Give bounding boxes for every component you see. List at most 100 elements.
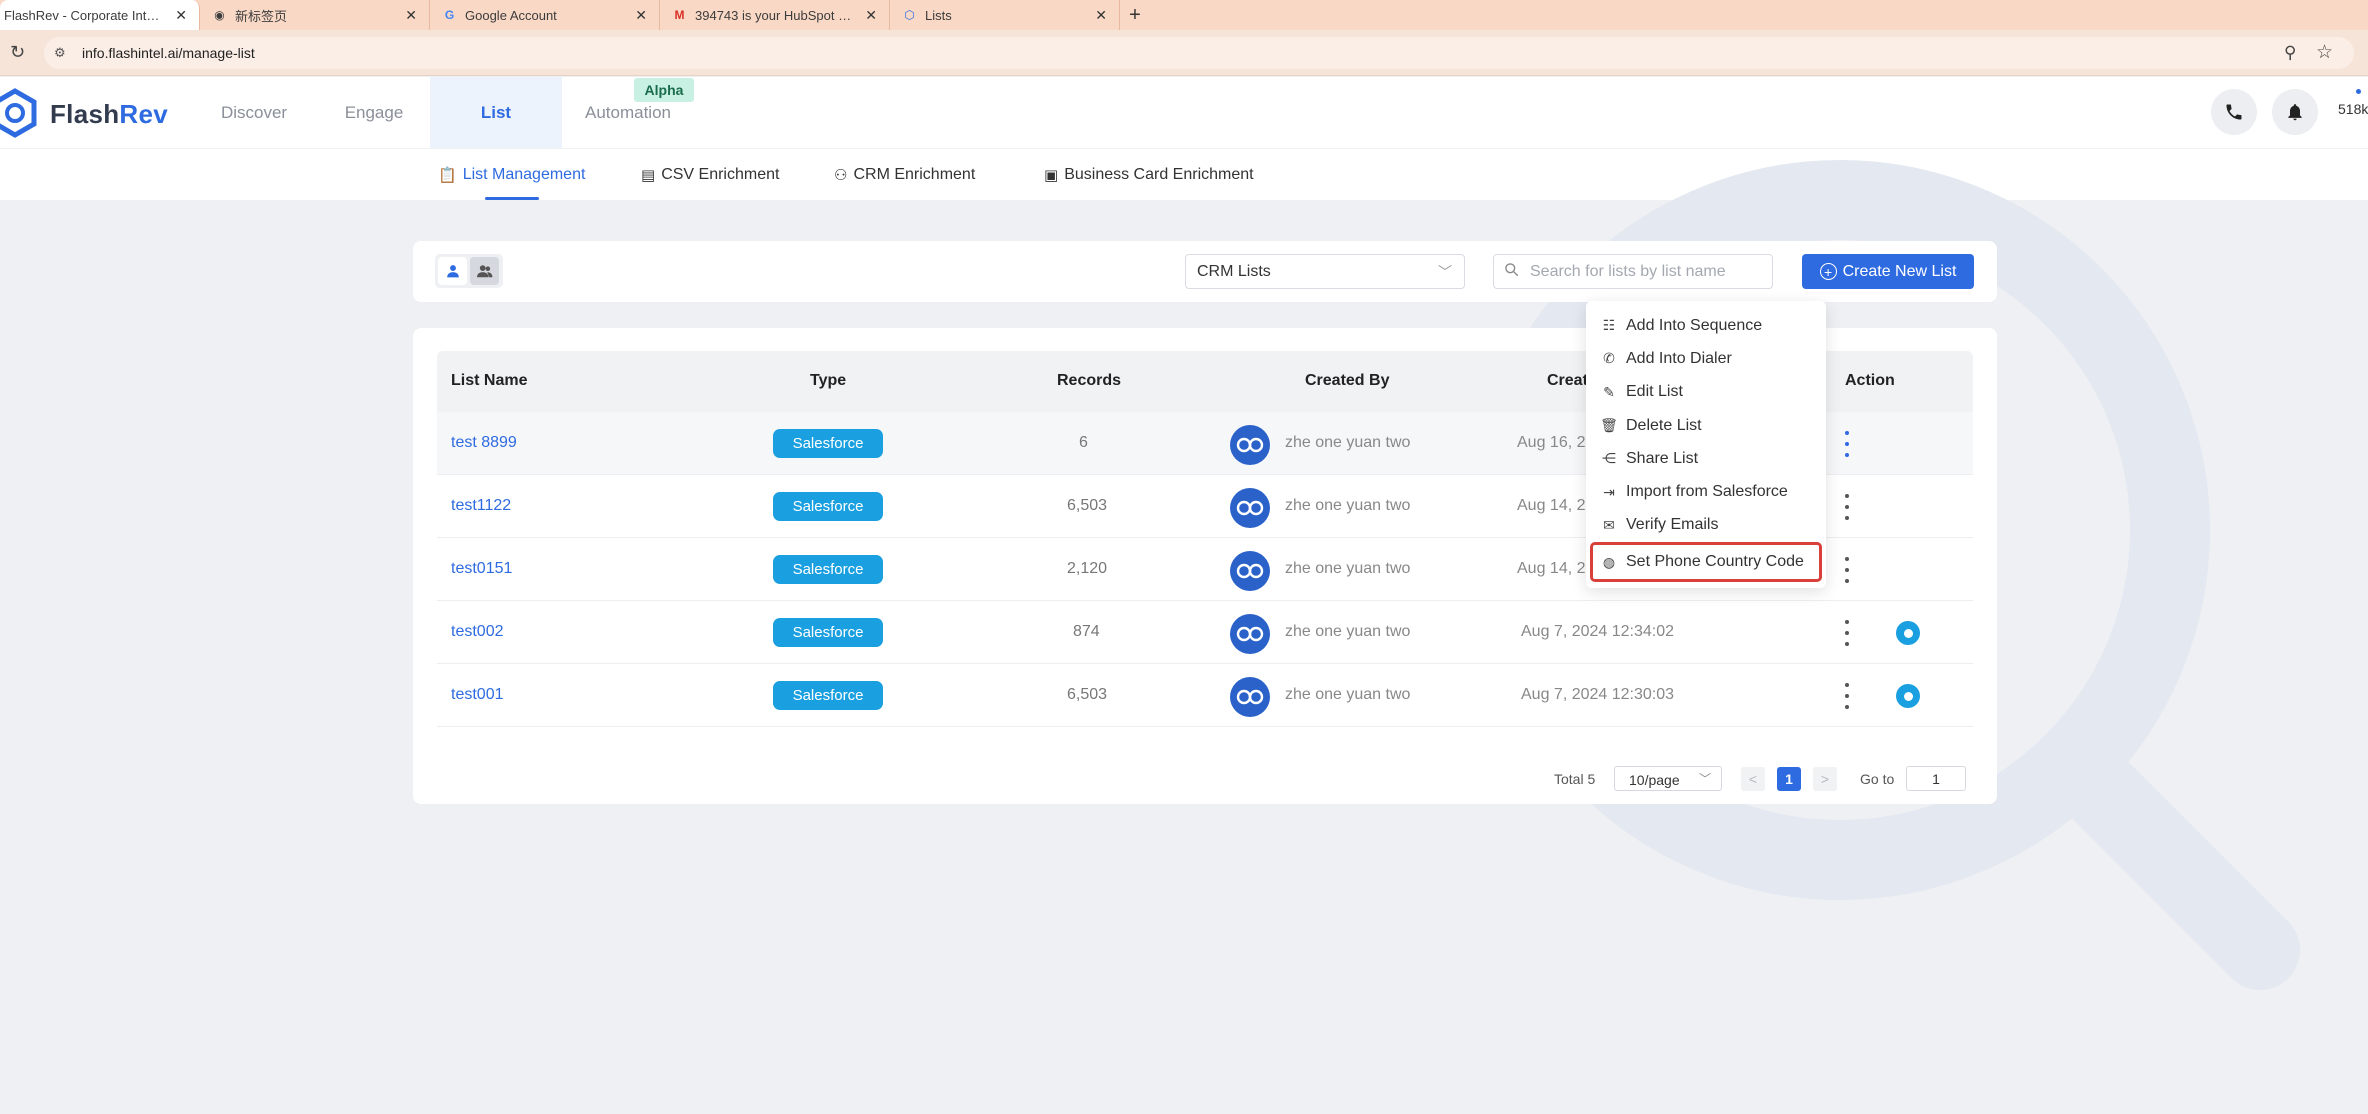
table-row[interactable]: test001 Salesforce 6,503 zhe one yuan tw…: [437, 664, 1973, 727]
notification-button[interactable]: [2272, 89, 2318, 135]
menu-label: Delete List: [1626, 416, 1702, 434]
list-name-link[interactable]: test001: [451, 686, 503, 704]
nav-list[interactable]: List: [430, 77, 562, 148]
flashrev-favicon: ⬡: [904, 8, 915, 22]
created-time: Aug 7, 2024 12:34:02: [1521, 623, 1675, 640]
close-icon[interactable]: ✕: [865, 7, 877, 24]
records-count: 874: [1073, 623, 1100, 640]
menu-label: Set Phone Country Code: [1626, 553, 1804, 571]
search-box[interactable]: [1493, 254, 1773, 289]
avatar: [1230, 551, 1270, 591]
browser-tab-bar: FlashRev - Corporate Intelligence ✕ ◉ 新标…: [0, 0, 2368, 30]
creator-name: zhe one yuan two: [1285, 623, 1411, 640]
brand-name[interactable]: FlashRev: [50, 99, 168, 130]
goto-page-input[interactable]: [1906, 766, 1966, 791]
tab-crm-enrichment[interactable]: ⚇ CRM Enrichment: [834, 149, 975, 201]
tab-csv-enrichment[interactable]: ▤ CSV Enrichment: [641, 149, 779, 201]
browser-tab-newtab[interactable]: ◉ 新标签页 ✕: [200, 0, 430, 30]
list-type-select[interactable]: CRM Lists ﹀: [1185, 254, 1465, 289]
browser-tab-gmail[interactable]: M 394743 is your HubSpot Login ✕: [660, 0, 890, 30]
menu-item-share-list[interactable]: ⋲ Share List: [1586, 442, 1826, 475]
type-badge: Salesforce: [773, 681, 883, 710]
menu-item-verify-emails[interactable]: ✉ Verify Emails: [1586, 509, 1826, 542]
credits-indicator: [2356, 89, 2361, 94]
flashrev-logo-icon: [0, 88, 37, 138]
browser-tab-flashrev[interactable]: FlashRev - Corporate Intelligence ✕: [0, 0, 200, 30]
avatar: [1230, 425, 1270, 465]
user-icon: [446, 265, 459, 278]
menu-item-add-into-sequence[interactable]: ☷ Add Into Sequence: [1586, 309, 1826, 342]
omnibox[interactable]: ⚙ info.flashintel.ai/manage-list ⚲ ☆: [44, 37, 2354, 69]
tab-label: CSV Enrichment: [661, 166, 780, 183]
goto-label: Go to: [1860, 771, 1895, 787]
menu-label: Add Into Dialer: [1626, 349, 1732, 367]
menu-item-import-from-salesforce[interactable]: ⇥ Import from Salesforce: [1586, 475, 1826, 508]
col-action: Action: [1845, 372, 1895, 389]
created-time: Aug 14, 2: [1517, 560, 1586, 577]
reload-icon[interactable]: ↻: [10, 42, 25, 63]
list-name-link[interactable]: test1122: [451, 497, 511, 515]
avatar: [1230, 614, 1270, 654]
brand-rev: Rev: [119, 99, 169, 129]
tab-label: CRM Enrichment: [853, 166, 976, 183]
site-info-icon[interactable]: ⚙: [54, 45, 66, 61]
nav-engage[interactable]: Engage: [325, 77, 423, 148]
phone-icon: [2226, 104, 2242, 120]
tab-business-card-enrichment[interactable]: ▣ Business Card Enrichment: [1044, 149, 1254, 201]
tab-list-management[interactable]: 📋 List Management: [438, 149, 585, 201]
close-icon[interactable]: ✕: [635, 7, 647, 24]
type-badge: Salesforce: [773, 555, 883, 584]
active-tab-indicator: [485, 197, 539, 200]
close-icon[interactable]: ✕: [405, 7, 417, 24]
menu-item-edit-list[interactable]: ✎ Edit List: [1586, 376, 1826, 409]
team-lists-toggle[interactable]: [470, 257, 499, 285]
table-row[interactable]: test002 Salesforce 874 zhe one yuan two …: [437, 601, 1973, 664]
menu-label: Share List: [1626, 449, 1699, 467]
list-name-link[interactable]: test 8899: [451, 434, 517, 452]
row-actions-button[interactable]: [1837, 679, 1857, 713]
close-icon[interactable]: ✕: [1095, 7, 1107, 24]
import-icon: ⇥: [1603, 483, 1615, 500]
prev-page-button[interactable]: <: [1741, 767, 1765, 791]
close-icon[interactable]: ✕: [175, 7, 187, 24]
creator-name: zhe one yuan two: [1285, 560, 1411, 577]
gmail-icon: M: [674, 8, 685, 22]
search-input[interactable]: [1530, 261, 1762, 283]
status-indicator[interactable]: [1896, 621, 1920, 645]
credits-value[interactable]: 518k: [2338, 101, 2368, 117]
tab-title: Google Account: [465, 7, 557, 23]
browser-tab-google[interactable]: G Google Account ✕: [430, 0, 660, 30]
row-actions-button[interactable]: [1837, 553, 1857, 587]
nav-discover[interactable]: Discover: [205, 77, 303, 148]
phone-button[interactable]: [2211, 89, 2257, 135]
url-text[interactable]: info.flashintel.ai/manage-list: [82, 45, 255, 61]
creator-name: zhe one yuan two: [1285, 497, 1411, 514]
browser-tab-lists[interactable]: ⬡ Lists ✕: [890, 0, 1120, 30]
next-page-button[interactable]: >: [1813, 767, 1837, 791]
chrome-icon: ◉: [214, 8, 225, 22]
menu-item-add-into-dialer[interactable]: ✆ Add Into Dialer: [1586, 342, 1826, 375]
create-new-list-button[interactable]: + Create New List: [1802, 254, 1974, 289]
menu-item-delete-list[interactable]: 🗑 Delete List: [1586, 409, 1826, 442]
status-indicator[interactable]: [1896, 684, 1920, 708]
page-1-button[interactable]: 1: [1777, 767, 1801, 791]
records-count: 6,503: [1067, 497, 1108, 514]
list-name-link[interactable]: test002: [451, 623, 503, 641]
sub-navigation: 📋 List Management ▤ CSV Enrichment ⚇ CRM…: [0, 148, 2368, 200]
row-action-menu: ☷ Add Into Sequence ✆ Add Into Dialer ✎ …: [1586, 301, 1826, 588]
bookmark-star-icon[interactable]: ☆: [2316, 41, 2333, 64]
row-actions-button[interactable]: [1837, 490, 1857, 524]
list-name-link[interactable]: test0151: [451, 560, 512, 578]
new-tab-button[interactable]: +: [1120, 0, 1150, 30]
row-actions-button[interactable]: [1837, 427, 1857, 461]
created-time: Aug 16, 2: [1517, 434, 1586, 451]
page-size-select[interactable]: 10/page ﹀: [1614, 766, 1722, 791]
col-type: Type: [810, 372, 847, 389]
my-lists-toggle[interactable]: [438, 257, 467, 285]
browser-address-bar: ↻ ⚙ info.flashintel.ai/manage-list ⚲ ☆: [0, 30, 2368, 76]
row-actions-button[interactable]: [1837, 616, 1857, 650]
zoom-icon[interactable]: ⚲: [2284, 43, 2296, 63]
globe-phone-icon: ◍: [1602, 553, 1616, 570]
menu-item-set-phone-country-code[interactable]: ◍ Set Phone Country Code: [1590, 542, 1822, 583]
id-card-icon: ▣: [1044, 167, 1059, 184]
